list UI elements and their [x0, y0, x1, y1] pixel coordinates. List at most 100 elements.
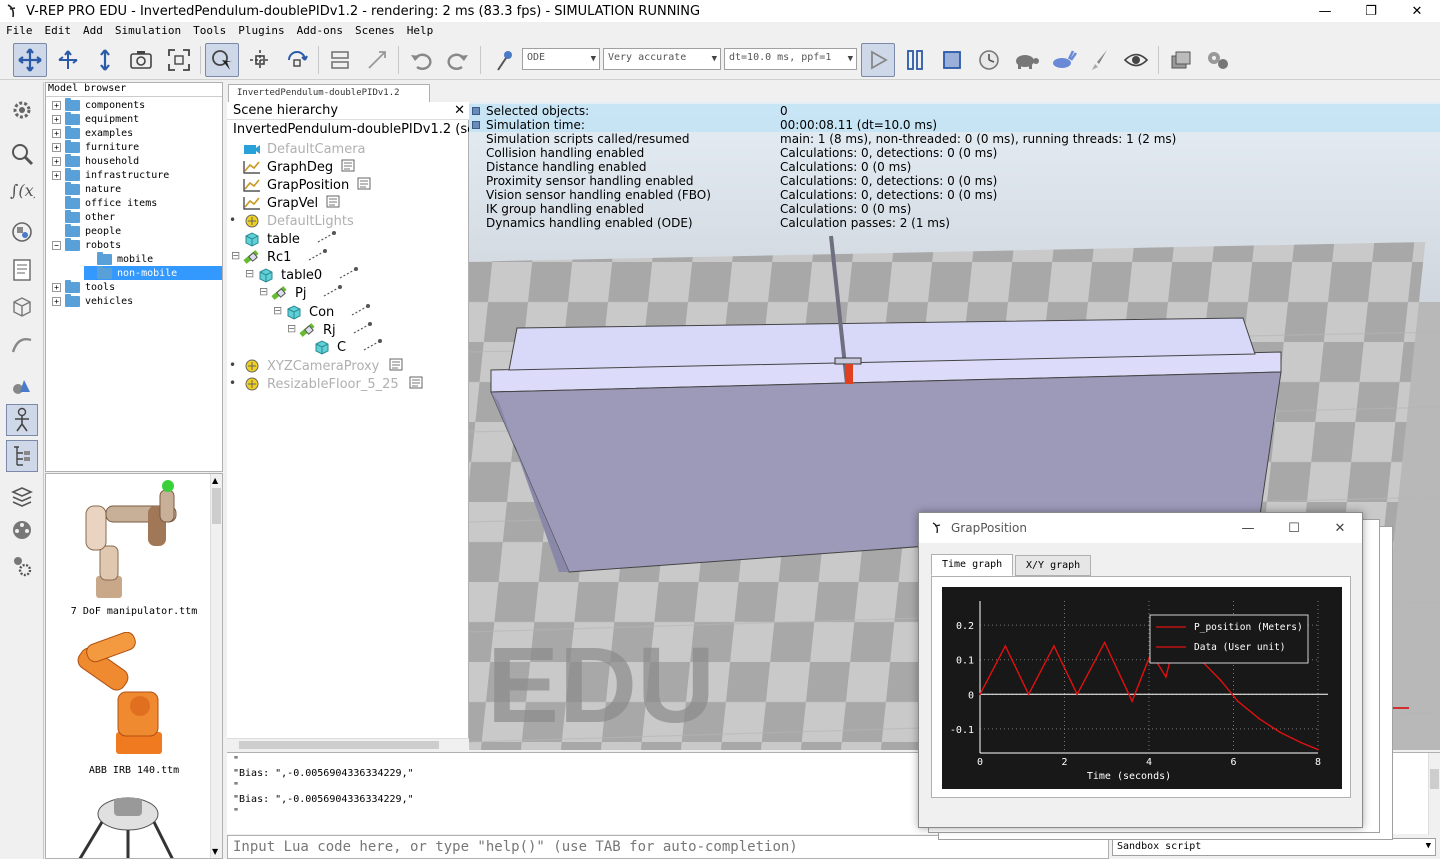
start-simulation-button[interactable] — [861, 43, 895, 77]
scene-object-rc1[interactable]: Rc1 — [243, 248, 329, 266]
object-rotate-button[interactable] — [280, 43, 314, 77]
collapse-icon[interactable]: ⊟ — [231, 249, 240, 262]
scene-object-grapvel[interactable]: GrapVel — [243, 194, 340, 212]
user-settings-button[interactable] — [6, 370, 38, 402]
faster-button[interactable] — [1046, 43, 1080, 77]
script-icon[interactable] — [357, 177, 371, 194]
scroll-thumb[interactable] — [1430, 769, 1439, 789]
physics-engine-select[interactable]: ODE ▼ — [522, 48, 600, 70]
scene-object-defaultlights[interactable]: DefaultLights — [243, 212, 354, 230]
pause-simulation-button[interactable] — [898, 43, 932, 77]
script-icon[interactable] — [341, 159, 355, 176]
scene-object-resizablefloor-5-25[interactable]: ResizableFloor_5_25 — [243, 375, 423, 393]
camera-pan-button[interactable] — [13, 43, 47, 77]
path-edit-button[interactable] — [6, 328, 38, 360]
object-shift-button[interactable] — [243, 43, 277, 77]
model-folder-examples[interactable]: + examples — [52, 125, 133, 140]
model-folder-other[interactable]: other — [52, 209, 115, 224]
model-folder-equipment[interactable]: + equipment — [52, 111, 139, 126]
menu-file[interactable]: File — [0, 22, 39, 40]
expand-icon[interactable]: + — [52, 128, 61, 138]
model-folder-vehicles[interactable]: + vehicles — [52, 293, 133, 308]
model-folder-furniture[interactable]: + furniture — [52, 139, 139, 154]
script-icon[interactable] — [409, 376, 423, 393]
info-row[interactable]: Selected objects: 0 — [469, 104, 1440, 118]
assemble-button[interactable] — [323, 43, 357, 77]
dynamics-icon[interactable] — [316, 230, 338, 248]
info-row[interactable]: Simulation time: 00:00:08.11 (dt=10.0 ms) — [469, 118, 1440, 132]
dynamics-toggle-button[interactable] — [488, 43, 522, 77]
dynamics-icon[interactable] — [307, 248, 329, 266]
expand-icon[interactable]: + — [52, 142, 61, 152]
model-folder-robots[interactable]: − robots — [52, 237, 121, 252]
model-folder-tools[interactable]: + tools — [52, 279, 115, 294]
menu-help[interactable]: Help — [401, 22, 440, 40]
model-folder-nature[interactable]: nature — [52, 181, 121, 196]
script-icon[interactable] — [389, 358, 403, 375]
toggle-square-icon[interactable] — [472, 121, 480, 129]
scene-object-graphdeg[interactable]: GraphDeg — [243, 158, 355, 176]
thumbnails-scrollbar[interactable]: ▲ ▼ — [210, 474, 222, 858]
scene-object-con[interactable]: Con — [285, 303, 372, 321]
realtime-button[interactable] — [972, 43, 1006, 77]
menu-tools[interactable]: Tools — [187, 22, 232, 40]
model-thumb-abb-irb140[interactable] — [56, 632, 196, 762]
threaded-rendering-button[interactable] — [1083, 43, 1117, 77]
menu-edit[interactable]: Edit — [39, 22, 78, 40]
script-context-select[interactable]: Sandbox script ▼ — [1112, 838, 1436, 856]
tab-xy-graph[interactable]: X/Y graph — [1015, 555, 1092, 576]
scene-object-table[interactable]: table — [243, 230, 338, 248]
menu-simulation[interactable]: Simulation — [109, 22, 187, 40]
camera-rotate-button[interactable] — [51, 43, 85, 77]
maximize-button[interactable]: ❐ — [1348, 0, 1394, 22]
scene-object-table0[interactable]: table0 — [257, 266, 360, 284]
model-folder-household[interactable]: + household — [52, 153, 139, 168]
close-button[interactable]: ✕ — [1394, 0, 1440, 22]
model-folder-mobile[interactable]: mobile — [84, 251, 153, 266]
tab-time-graph[interactable]: Time graph — [931, 554, 1014, 576]
camera-view-button[interactable] — [124, 43, 158, 77]
console-scrollbar[interactable] — [1428, 753, 1440, 835]
scene-root[interactable]: InvertedPendulum-doublePIDv1.2 (scen — [233, 122, 491, 137]
scene-selector-button[interactable] — [1201, 43, 1235, 77]
model-folder-office-items[interactable]: office items — [52, 195, 157, 210]
scene-tab[interactable]: InvertedPendulum-doublePIDv1.2 — [228, 84, 430, 102]
model-thumb-delta-robot[interactable] — [56, 792, 196, 859]
scene-object-c[interactable]: C — [313, 338, 384, 356]
close-icon[interactable]: ✕ — [454, 103, 465, 118]
menu-add[interactable]: Add — [77, 22, 109, 40]
scene-object-grapposition[interactable]: GrapPosition — [243, 176, 371, 194]
collapse-icon[interactable]: ⊟ — [259, 285, 268, 298]
dynamics-icon[interactable] — [322, 284, 344, 302]
model-thumb-7dof-manipulator[interactable] — [56, 476, 196, 606]
toggle-square-icon[interactable] — [472, 107, 480, 115]
accuracy-select[interactable]: Very accurate ▼ — [603, 48, 721, 70]
scroll-thumb[interactable] — [239, 741, 439, 749]
simulation-settings-button[interactable] — [6, 94, 38, 126]
expand-icon[interactable]: + — [52, 100, 61, 110]
model-browser-toggle-button[interactable] — [6, 404, 38, 436]
dynamics-icon[interactable] — [338, 266, 360, 284]
minimize-button[interactable]: — — [1302, 0, 1348, 22]
dynamics-icon[interactable] — [350, 303, 372, 321]
graph-maximize-button[interactable]: ☐ — [1271, 513, 1317, 543]
camera-shift-button[interactable] — [88, 43, 122, 77]
model-folder-non-mobile[interactable]: non-mobile — [84, 265, 222, 280]
expand-icon[interactable]: + — [52, 114, 61, 124]
expand-icon[interactable]: + — [52, 170, 61, 180]
fit-view-button[interactable] — [162, 43, 196, 77]
menu-addons[interactable]: Add-ons — [291, 22, 349, 40]
layers-button[interactable] — [6, 480, 38, 512]
collapse-icon[interactable]: ⊟ — [245, 267, 254, 280]
model-folder-infrastructure[interactable]: + infrastructure — [52, 167, 169, 182]
dynamics-icon[interactable] — [362, 338, 384, 356]
collapse-icon[interactable]: − — [52, 240, 61, 250]
selection-button[interactable] — [6, 138, 38, 170]
scroll-thumb[interactable] — [212, 488, 221, 524]
scene-object-pj[interactable]: Pj — [271, 284, 344, 302]
calculation-modules-button[interactable]: ∫(x) — [6, 174, 38, 206]
model-folder-people[interactable]: people — [52, 223, 121, 238]
stop-simulation-button[interactable] — [935, 43, 969, 77]
visualization-toggle-button[interactable] — [1119, 43, 1153, 77]
expand-icon[interactable]: + — [52, 282, 61, 292]
